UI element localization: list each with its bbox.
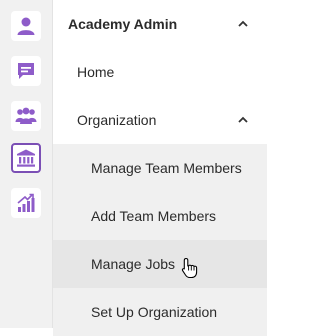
nav-home-label: Home — [77, 64, 115, 80]
nav-manage-jobs[interactable]: Manage Jobs — [53, 240, 267, 288]
team-icon — [15, 106, 37, 126]
chevron-up-icon — [237, 17, 249, 33]
rail-profile-button[interactable] — [11, 11, 41, 41]
chat-icon — [16, 61, 36, 81]
rail-team-button[interactable] — [11, 101, 41, 131]
nav-add-team-members[interactable]: Add Team Members — [53, 192, 267, 240]
nav-manage-team-members[interactable]: Manage Team Members — [53, 144, 267, 192]
user-icon — [16, 16, 36, 36]
nav-home[interactable]: Home — [53, 48, 267, 96]
rail-reports-button[interactable] — [11, 188, 41, 218]
institution-icon — [16, 148, 36, 168]
nav-panel: Academy Admin Home Organization Manage T… — [53, 0, 267, 336]
chevron-up-icon — [237, 113, 249, 129]
rail-organization-button[interactable] — [11, 143, 41, 173]
nav-item-label: Manage Jobs — [91, 256, 176, 272]
rail-messages-button[interactable] — [11, 56, 41, 86]
nav-item-label: Manage Team Members — [91, 160, 242, 176]
nav-organization-label: Organization — [77, 112, 157, 128]
icon-rail — [0, 0, 53, 328]
nav-item-label: Add Team Members — [91, 208, 217, 224]
hand-cursor-icon — [181, 257, 199, 284]
nav-item-label: Set Up Organization — [91, 304, 218, 320]
chart-growth-icon — [16, 193, 36, 213]
nav-organization[interactable]: Organization — [53, 96, 267, 144]
nav-set-up-organization[interactable]: Set Up Organization — [53, 288, 267, 336]
section-title: Academy Admin — [68, 16, 178, 32]
academy-admin-header[interactable]: Academy Admin — [53, 0, 267, 48]
